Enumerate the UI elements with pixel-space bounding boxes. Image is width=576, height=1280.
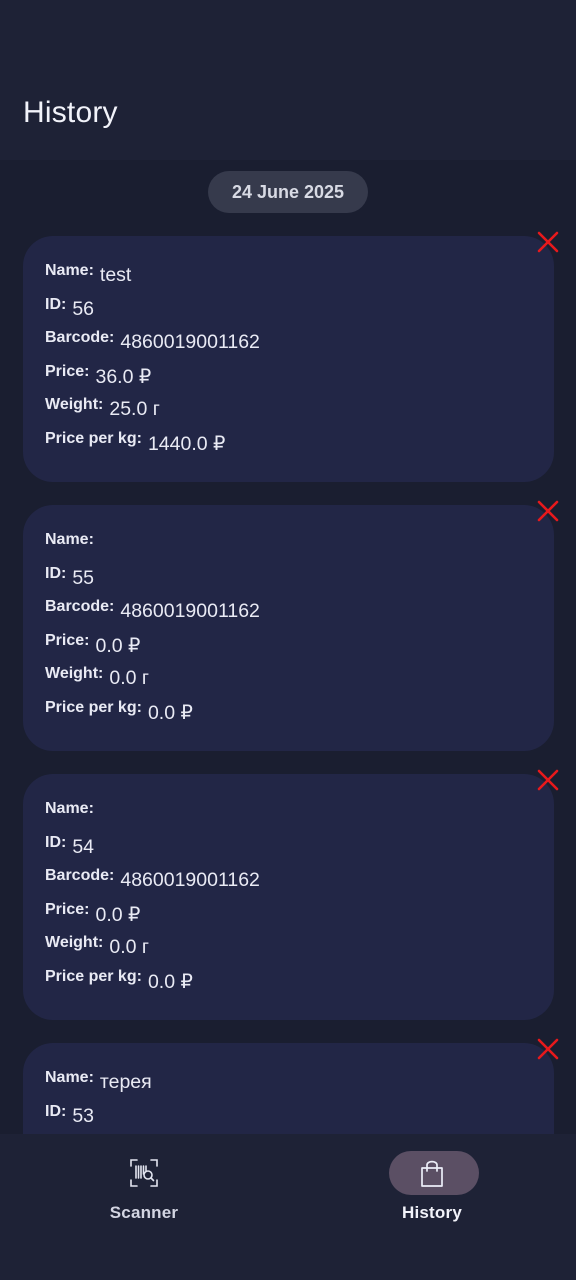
weight-label: Weight: xyxy=(45,934,104,952)
barcode-value: 4860019001162 xyxy=(120,869,260,892)
history-card: Name: test ID: 56 Barcode: 4860019001162… xyxy=(23,236,554,482)
id-label: ID: xyxy=(45,295,67,313)
price-label: Price: xyxy=(45,362,90,380)
price-per-kg-row: Price per kg: 0.0 ₽ xyxy=(45,697,260,731)
weight-value: 0.0 г xyxy=(109,667,149,690)
price-per-kg-row: Price per kg: 0.0 ₽ xyxy=(45,966,260,1000)
page-title: History xyxy=(23,96,118,129)
name-row: Name: xyxy=(45,529,260,563)
date-header-chip: 24 June 2025 xyxy=(208,171,368,213)
id-label: ID: xyxy=(45,833,67,851)
price-value: 0.0 ₽ xyxy=(95,634,141,657)
name-label: Name: xyxy=(45,531,94,548)
name-row: Name: test xyxy=(45,260,260,294)
close-x-icon xyxy=(537,769,559,791)
barcode-label: Barcode: xyxy=(45,867,115,885)
card-fields: Name: терея ID: 53 xyxy=(45,1067,152,1134)
price-row: Price: 0.0 ₽ xyxy=(45,630,260,664)
shopping-bag-icon xyxy=(421,1160,443,1187)
price-per-kg-value: 0.0 ₽ xyxy=(147,970,193,993)
delete-entry-button[interactable] xyxy=(535,498,561,524)
weight-label: Weight: xyxy=(45,396,104,414)
id-value: 54 xyxy=(72,835,95,858)
id-value: 55 xyxy=(72,566,95,589)
card-fields: Name: test ID: 56 Barcode: 4860019001162… xyxy=(45,260,260,462)
history-list[interactable]: 24 June 2025 Name: test ID: 56 Barcode: … xyxy=(0,160,576,1134)
weight-label: Weight: xyxy=(45,665,104,683)
barcode-row: Barcode: 4860019001162 xyxy=(45,596,260,630)
delete-entry-button[interactable] xyxy=(535,229,561,255)
id-value: 56 xyxy=(72,297,95,320)
price-row: Price: 36.0 ₽ xyxy=(45,361,260,395)
close-x-icon xyxy=(537,1038,559,1060)
barcode-value: 4860019001162 xyxy=(120,600,260,623)
id-row: ID: 54 xyxy=(45,832,260,866)
id-value: 53 xyxy=(72,1104,95,1127)
close-x-icon xyxy=(537,500,559,522)
history-card: Name: ID: 54 Barcode: 4860019001162 Pric… xyxy=(23,774,554,1020)
name-row: Name: терея xyxy=(45,1067,152,1101)
close-x-icon xyxy=(537,231,559,253)
barcode-label: Barcode: xyxy=(45,598,115,616)
price-per-kg-value: 0.0 ₽ xyxy=(147,701,193,724)
nav-item-history[interactable]: History xyxy=(288,1134,576,1280)
price-row: Price: 0.0 ₽ xyxy=(45,899,260,933)
barcode-label: Barcode: xyxy=(45,329,115,347)
price-per-kg-value: 1440.0 ₽ xyxy=(147,432,226,455)
id-row: ID: 55 xyxy=(45,563,260,597)
id-row: ID: 56 xyxy=(45,294,260,328)
app-bar: History xyxy=(0,0,576,160)
price-label: Price: xyxy=(45,631,90,649)
name-label: Name: xyxy=(45,800,94,817)
name-label: Name: xyxy=(45,262,94,279)
weight-row: Weight: 0.0 г xyxy=(45,932,260,966)
barcode-scan-icon xyxy=(130,1159,158,1187)
name-row: Name: xyxy=(45,798,260,832)
card-fields: Name: ID: 55 Barcode: 4860019001162 Pric… xyxy=(45,529,260,731)
nav-item-scanner[interactable]: Scanner xyxy=(0,1134,288,1280)
nav-label-scanner: Scanner xyxy=(109,1203,179,1222)
price-value: 36.0 ₽ xyxy=(95,365,152,388)
id-label: ID: xyxy=(45,564,67,582)
name-value: терея xyxy=(99,1071,152,1093)
price-label: Price: xyxy=(45,900,90,918)
barcode-value: 4860019001162 xyxy=(120,331,260,354)
price-per-kg-row: Price per kg: 1440.0 ₽ xyxy=(45,428,260,462)
card-fields: Name: ID: 54 Barcode: 4860019001162 Pric… xyxy=(45,798,260,1000)
price-per-kg-label: Price per kg: xyxy=(45,698,142,716)
id-row: ID: 53 xyxy=(45,1101,152,1134)
weight-value: 0.0 г xyxy=(109,936,149,959)
bottom-navigation: Scanner History xyxy=(0,1134,576,1280)
delete-entry-button[interactable] xyxy=(535,1036,561,1062)
barcode-row: Barcode: 4860019001162 xyxy=(45,327,260,361)
name-value: test xyxy=(99,264,132,286)
history-card: Name: ID: 55 Barcode: 4860019001162 Pric… xyxy=(23,505,554,751)
weight-value: 25.0 г xyxy=(109,398,160,421)
history-card: Name: терея ID: 53 xyxy=(23,1043,554,1134)
weight-row: Weight: 0.0 г xyxy=(45,663,260,697)
price-per-kg-label: Price per kg: xyxy=(45,967,142,985)
weight-row: Weight: 25.0 г xyxy=(45,394,260,428)
barcode-row: Barcode: 4860019001162 xyxy=(45,865,260,899)
price-value: 0.0 ₽ xyxy=(95,903,141,926)
nav-label-history: History xyxy=(402,1203,462,1222)
price-per-kg-label: Price per kg: xyxy=(45,429,142,447)
name-label: Name: xyxy=(45,1069,94,1086)
delete-entry-button[interactable] xyxy=(535,767,561,793)
id-label: ID: xyxy=(45,1102,67,1120)
